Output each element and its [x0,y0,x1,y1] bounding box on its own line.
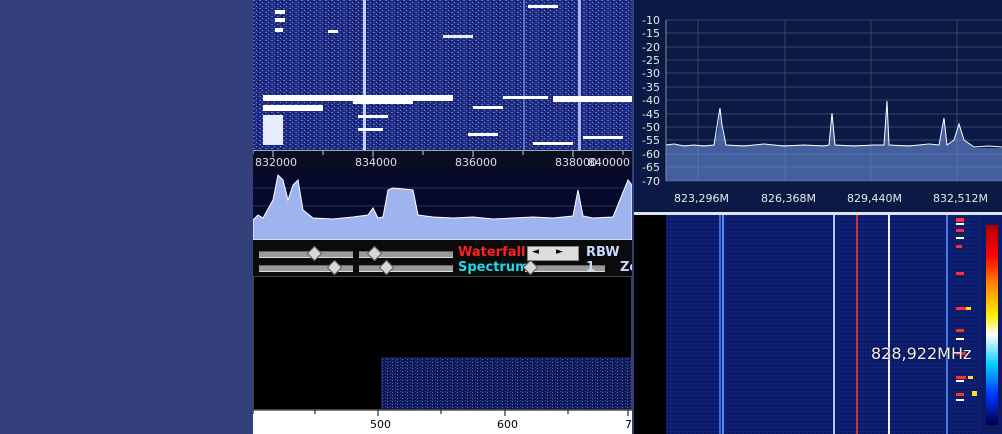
db-label: -15 [642,27,660,40]
scale-label: 500 [370,418,391,431]
db-label: -45 [642,108,660,121]
spectrum-graph[interactable]: -10 -15 -20 -25 -30 -35 -40 -45 -50 -55 … [634,0,1002,212]
db-label: -65 [642,161,660,174]
waterfall-slider-1[interactable] [259,245,353,262]
db-label: -10 [642,14,660,27]
db-label: -55 [642,134,660,147]
freq-axis-label: 826,368M [761,192,816,205]
frequency-scale: 832000 834000 836000 838000 840000 [253,150,632,171]
left-arrow-icon[interactable]: ◄ [532,247,539,257]
db-label: -70 [642,175,660,188]
db-label: -30 [642,67,660,80]
slider-knob[interactable] [378,259,395,276]
db-label: -20 [642,41,660,54]
frequency-readout: 828,922MHz [871,344,972,363]
db-label: -35 [642,81,660,94]
freq-label: 832000 [255,156,297,169]
slider-knob[interactable] [326,259,343,276]
sdr-right-panel: -10 -15 -20 -25 -30 -35 -40 -45 -50 -55 … [634,0,1002,434]
waterfall-display-bottom[interactable] [253,276,632,410]
color-scale-bar [986,225,998,425]
waterfall-texture [253,0,632,150]
bottom-scale: 500 600 7 [253,410,632,434]
freq-label: 834000 [355,156,397,169]
waterfall-display-right[interactable]: 828,922MHz [634,215,1002,434]
waterfall-slider-2[interactable] [359,245,453,262]
freq-axis-label: 832,512M [933,192,988,205]
freq-label: 836000 [455,156,497,169]
scale-label: 600 [497,418,518,431]
slider-knob[interactable] [366,245,383,262]
freq-label: 840000 [588,156,630,169]
sdr-left-panel: 832000 834000 836000 838000 840000 Water… [253,0,632,434]
arrow-button-group: ◄ ► [527,246,579,261]
scale-label: 7 [625,418,632,431]
spectrum-slider-2[interactable] [359,259,453,276]
waterfall-right-texture [634,215,982,434]
db-label: -25 [642,54,660,67]
waterfall-label: Waterfall [458,245,526,260]
spectrum-trace [253,173,632,240]
freq-axis-label: 829,440M [847,192,902,205]
zoom-label: Zo [620,260,632,275]
slider-knob[interactable] [306,245,323,262]
spectrum-grid [665,19,1002,182]
spectrum-label: Spectrum [458,260,529,275]
db-label: -60 [642,148,660,161]
spectrum-display-small[interactable] [253,170,632,240]
right-arrow-icon[interactable]: ► [556,247,563,257]
bottom-ticks [253,410,632,416]
freq-axis-label: 823,296M [674,192,729,205]
waterfall-noise [381,357,631,409]
db-label: -40 [642,94,660,107]
db-label: -50 [642,121,660,134]
waterfall-display-top[interactable] [253,0,632,150]
control-bar: Waterfall Spectrum ◄ ► RBW 1 Zo [253,240,632,276]
spectrum-slider-1[interactable] [259,259,353,276]
